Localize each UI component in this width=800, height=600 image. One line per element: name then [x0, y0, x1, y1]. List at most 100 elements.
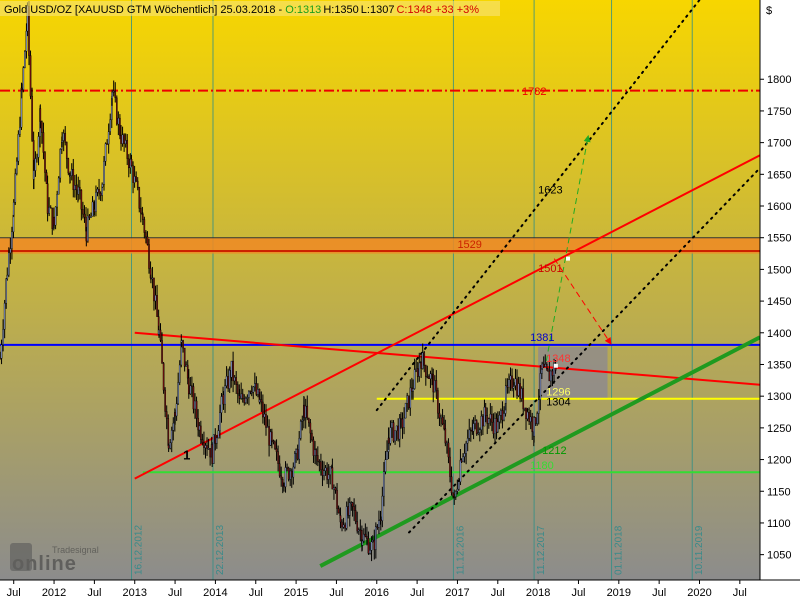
candle-body [31, 95, 33, 141]
candle-body [119, 117, 121, 136]
candle-body [121, 134, 124, 144]
x-tick-label: 2015 [284, 587, 308, 599]
candle-body [194, 400, 196, 410]
candle-body [492, 421, 495, 434]
candle-body [350, 502, 353, 504]
candle-body [106, 143, 108, 145]
candle-body [323, 470, 325, 476]
candle-body [189, 385, 192, 395]
candle-body [480, 416, 483, 430]
candle-body [438, 412, 441, 419]
candle-body [487, 418, 490, 424]
candle-body [354, 510, 357, 522]
candle-body [248, 391, 250, 398]
y-tick-label: 1550 [767, 233, 791, 245]
label-1: 1 [183, 448, 190, 463]
candle-body [299, 421, 302, 439]
candle-body [315, 449, 318, 456]
candle-body [232, 360, 234, 382]
candle-body [386, 451, 388, 460]
x-tick-label: 2014 [203, 587, 227, 599]
candle-body [103, 161, 105, 185]
candle-body [271, 431, 273, 441]
candle-body [289, 470, 291, 480]
candle-body [413, 369, 416, 389]
candle-body [195, 400, 198, 419]
candle-body [12, 202, 15, 216]
candle-body [475, 420, 478, 434]
candle-body [104, 143, 107, 162]
candle-body [9, 248, 12, 254]
candle-body [42, 132, 45, 153]
candle-body [329, 466, 332, 476]
candle-body [206, 445, 208, 449]
candle-body [489, 413, 492, 419]
candle-body [471, 430, 474, 432]
candle-body [79, 186, 81, 191]
candle-body [37, 136, 40, 158]
candle-body [25, 30, 28, 52]
candle-body [192, 386, 195, 410]
candle-body [0, 357, 1, 360]
candle-body [107, 131, 110, 145]
candle-body [389, 427, 392, 444]
candle-body [337, 508, 340, 514]
candle-body [243, 398, 246, 403]
candle-body [265, 413, 267, 428]
candle-body [11, 231, 13, 249]
candle-body [339, 515, 342, 523]
candle-body [246, 397, 249, 399]
candle-body [528, 411, 530, 422]
candle-body [520, 388, 523, 399]
candle-body [388, 437, 390, 444]
candle-body [224, 385, 226, 405]
candle-body [500, 410, 502, 416]
candle-body [266, 426, 269, 428]
candle-body [536, 413, 539, 424]
candle-body [517, 383, 520, 396]
candle-body [542, 363, 545, 367]
candle-body [441, 417, 444, 425]
candle-body [91, 201, 94, 217]
candle-body [478, 429, 481, 433]
candle-body [503, 413, 505, 421]
x-tick-label: Jul [249, 587, 263, 599]
vertical-marker-label: 22.12.2013 [215, 525, 226, 575]
vertical-marker-label: 10.11.2019 [694, 525, 705, 575]
y-tick-label: 1700 [767, 138, 791, 150]
candle-body [175, 403, 178, 417]
candle-body [183, 347, 186, 367]
candle-body [395, 425, 398, 431]
candle-body [161, 340, 163, 364]
open-value: O:1313 [285, 4, 321, 16]
candle-body [20, 87, 23, 90]
candle-body [320, 461, 322, 470]
x-tick-label: Jul [7, 587, 21, 599]
label-1381: 1381 [530, 332, 554, 344]
candle-body [217, 430, 220, 439]
candle-body [3, 302, 6, 330]
x-tick-label: 2013 [122, 587, 146, 599]
candle-body [126, 140, 129, 159]
candle-body [429, 373, 432, 380]
candle-body [462, 456, 464, 462]
candle-body [303, 404, 305, 418]
candle-body [458, 481, 460, 490]
x-tick-label: 2018 [526, 587, 550, 599]
candle-body [428, 376, 430, 380]
candle-body [301, 420, 304, 422]
y-tick-label: 1350 [767, 359, 791, 371]
vertical-marker-label: 16.12.2012 [134, 525, 145, 575]
candle-body [523, 407, 526, 410]
candle-body [474, 420, 476, 424]
candle-body [418, 362, 421, 377]
x-tick-label: Jul [329, 587, 343, 599]
candle-body [381, 495, 384, 521]
candle-body [140, 208, 142, 214]
candle-body [99, 192, 102, 196]
x-tick-label: Jul [87, 587, 101, 599]
candle-body [170, 430, 173, 443]
candle-body [447, 442, 450, 458]
candle-body [153, 277, 155, 302]
candle-body [477, 432, 480, 434]
